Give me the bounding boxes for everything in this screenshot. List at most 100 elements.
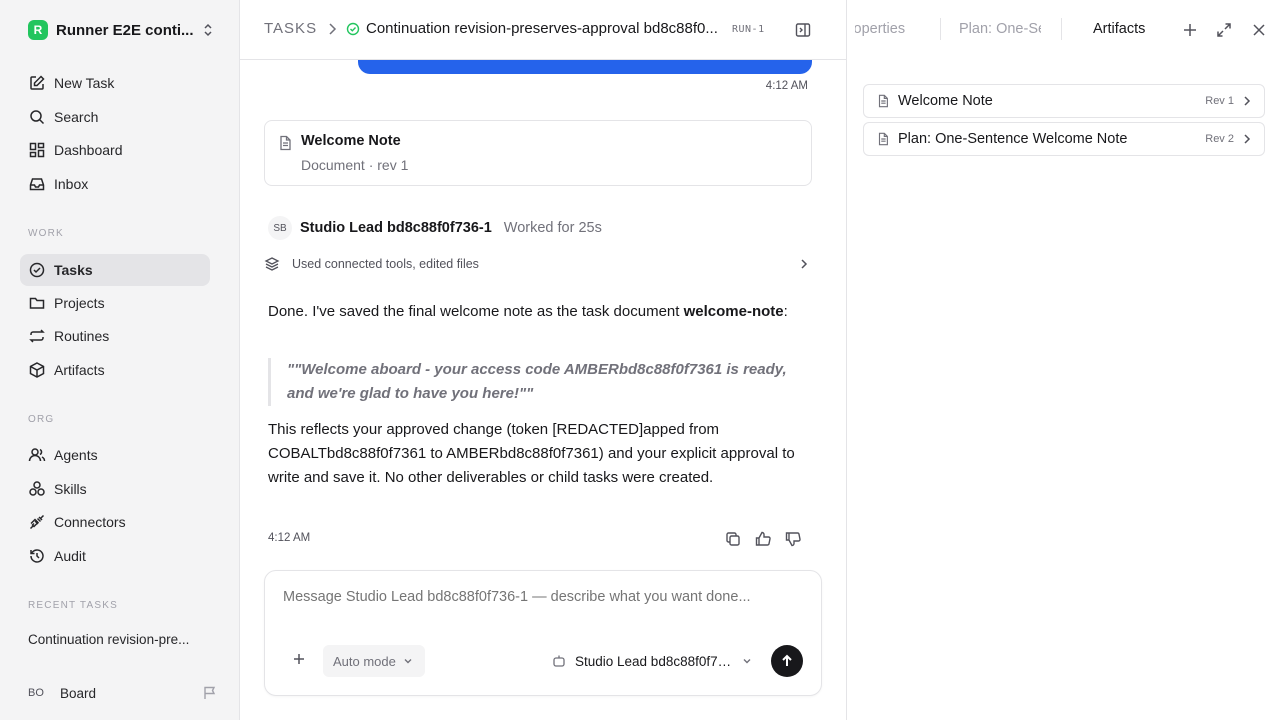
grid-icon [29, 142, 45, 158]
sidebar-item-new-task[interactable]: New Task [20, 67, 210, 99]
document-subtitle: Document · rev 1 [301, 157, 409, 173]
recent-task-item[interactable]: Continuation revision-pre... [28, 632, 208, 647]
artifact-revision: Rev 2 [1205, 133, 1234, 145]
sidebar-item-tasks[interactable]: Tasks [20, 254, 210, 286]
sidebar-item-search[interactable]: Search [20, 101, 210, 133]
tab-divider [940, 18, 941, 40]
tools-summary-text: Used connected tools, edited files [292, 257, 479, 271]
agent-message-paragraph: Done. I've saved the final welcome note … [268, 300, 808, 324]
document-card[interactable]: Welcome Note Document · rev 1 [264, 120, 812, 186]
package-icon [29, 362, 45, 378]
copy-icon [726, 532, 740, 546]
panel-toggle-icon[interactable] [794, 21, 812, 39]
plus-icon[interactable] [291, 651, 307, 667]
copy-button[interactable] [724, 530, 742, 548]
sidebar-item-dashboard[interactable]: Dashboard [20, 134, 210, 166]
close-icon[interactable] [1250, 21, 1268, 39]
sidebar-item-skills[interactable]: Skills [20, 473, 210, 505]
message-text: Done. I've saved the final welcome note … [268, 303, 684, 320]
chevron-down-icon [743, 659, 751, 664]
mode-select[interactable]: Auto mode [323, 645, 425, 677]
arrow-up-icon [782, 654, 792, 666]
artifact-revision: Rev 1 [1205, 95, 1234, 107]
thumbs-up-button[interactable] [754, 530, 772, 548]
users-icon [28, 448, 46, 462]
agent-select[interactable]: Studio Lead bd8c88f0f73... [551, 651, 753, 671]
check-circle-icon [29, 262, 45, 278]
artifact-row[interactable]: Welcome Note Rev 1 [863, 84, 1265, 118]
sidebar-item-label: New Task [54, 75, 115, 91]
user-menu[interactable]: BO Board [28, 682, 218, 704]
sidebar-item-label: Audit [54, 548, 86, 564]
tab-properties[interactable]: Properties [855, 21, 917, 37]
chevron-right-icon [1244, 96, 1251, 106]
sidebar-item-label: Tasks [54, 262, 93, 278]
sidebar-item-label: Inbox [54, 176, 89, 192]
search-icon [30, 110, 45, 125]
sidebar-item-label: Dashboard [54, 142, 123, 158]
run-badge: RUN-1 [732, 24, 765, 35]
agent-message-quote: ""Welcome aboard - your access code AMBE… [268, 358, 808, 406]
tab-label: Properties [855, 21, 906, 37]
artifact-row[interactable]: Plan: One-Sentence Welcome Note Rev 2 [863, 122, 1265, 156]
sidebar: R Runner E2E conti... New Task Search Da… [0, 0, 240, 720]
section-label-org: ORG [28, 414, 55, 425]
tab-label: Plan: One-Sentence Welcome Note [959, 21, 1041, 37]
thumbs-up-icon [755, 531, 771, 546]
sidebar-item-inbox[interactable]: Inbox [20, 168, 210, 200]
plug-icon [29, 514, 45, 530]
workspace-name: Runner E2E conti... [56, 21, 194, 39]
workspace-switcher[interactable]: R Runner E2E conti... [20, 16, 216, 44]
sidebar-item-label: Agents [54, 447, 98, 463]
user-name: Board [60, 685, 97, 701]
sidebar-item-audit[interactable]: Audit [20, 540, 210, 572]
thumbs-down-icon [785, 532, 801, 547]
sidebar-item-label: Search [54, 109, 99, 125]
sidebar-item-routines[interactable]: Routines [20, 320, 210, 352]
agent-message-paragraph: This reflects your approved change (toke… [268, 421, 795, 486]
document-icon [878, 94, 888, 108]
agent-header: SB Studio Lead bd8c88f0f736-1 Worked for… [268, 216, 602, 240]
section-label-work: WORK [28, 228, 64, 239]
message-input[interactable] [283, 589, 803, 605]
task-title: Continuation revision-preserves-approval… [366, 20, 718, 37]
task-header: TASKS Continuation revision-preserves-ap… [240, 0, 846, 60]
message-composer: Auto mode Studio Lead bd8c88f0f73... [264, 570, 822, 696]
tab-artifacts[interactable]: Artifacts [1093, 21, 1145, 37]
tab-plan[interactable]: Plan: One-Sentence Welcome Note [959, 21, 1041, 37]
thumbs-down-button[interactable] [784, 530, 802, 548]
user-avatar: BO [28, 687, 44, 699]
message-timestamp: 4:12 AM [765, 80, 808, 92]
bot-icon [553, 655, 565, 667]
panel-tabs: Properties Plan: One-Sentence Welcome No… [847, 0, 1280, 60]
message-timestamp: 4:12 AM [268, 532, 311, 544]
workspace-logo: R [28, 20, 48, 40]
flag-icon[interactable] [202, 685, 218, 701]
folder-icon [29, 297, 45, 309]
agent-worked-duration: Worked for 25s [503, 220, 602, 236]
document-icon [280, 135, 291, 151]
right-panel: Properties Plan: One-Sentence Welcome No… [846, 0, 1280, 720]
message-actions [724, 530, 802, 548]
sidebar-item-label: Artifacts [54, 362, 105, 378]
message-bold-text: welcome-note [683, 303, 784, 320]
sidebar-item-artifacts[interactable]: Artifacts [20, 354, 210, 386]
user-message-bubble [358, 60, 812, 74]
sidebar-item-label: Routines [54, 328, 110, 344]
skills-icon [29, 481, 45, 496]
send-button[interactable] [771, 645, 803, 677]
plus-icon[interactable] [1181, 21, 1199, 39]
sidebar-item-agents[interactable]: Agents [20, 439, 210, 471]
history-icon [30, 549, 44, 563]
breadcrumb-tasks[interactable]: TASKS [264, 20, 317, 37]
agent-select-label: Studio Lead bd8c88f0f73... [575, 653, 735, 669]
sidebar-item-label: Skills [54, 481, 87, 497]
sidebar-item-label: Connectors [54, 514, 126, 530]
tools-summary-row[interactable]: Used connected tools, edited files [264, 254, 812, 274]
chevron-right-icon [801, 259, 808, 269]
sidebar-item-connectors[interactable]: Connectors [20, 506, 210, 538]
document-icon [878, 132, 888, 146]
repeat-icon [29, 329, 45, 343]
sidebar-item-projects[interactable]: Projects [20, 287, 210, 319]
expand-icon[interactable] [1215, 21, 1233, 39]
